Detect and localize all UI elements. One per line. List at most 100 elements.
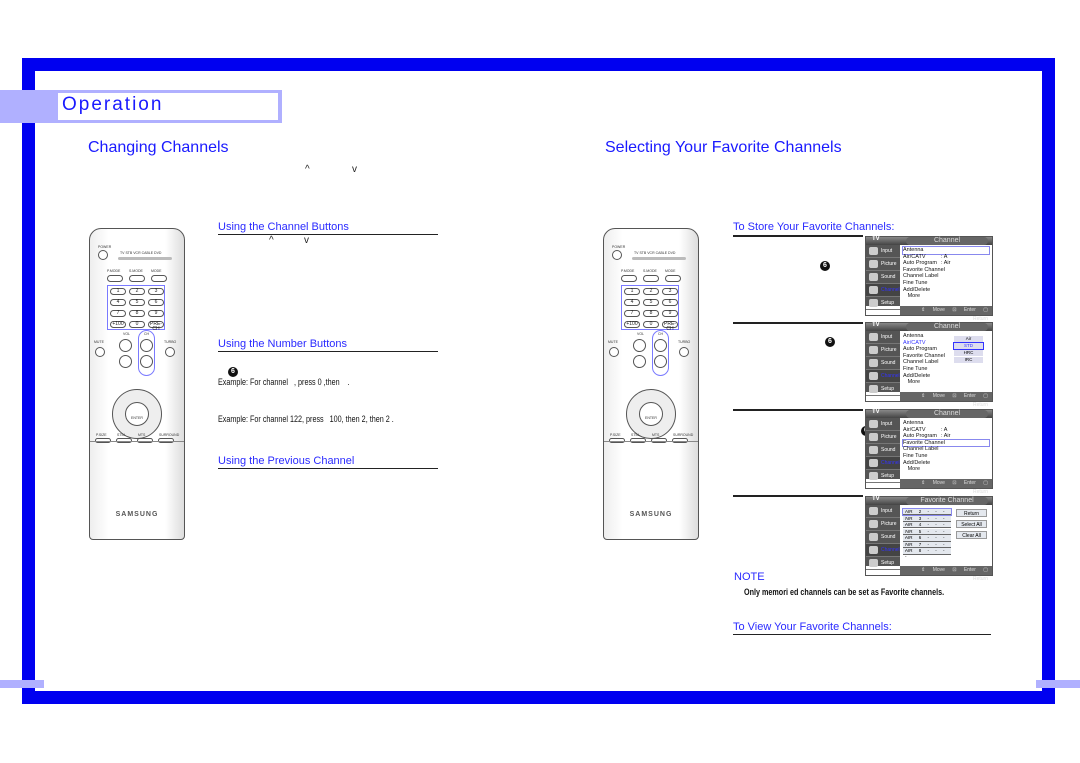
osd-menu-item[interactable]: More bbox=[903, 293, 989, 300]
number-key-button[interactable]: 4 bbox=[624, 299, 640, 306]
osd-sidebar-item-input[interactable]: Input bbox=[866, 505, 900, 518]
osd-sidebar-item-setup[interactable]: Setup bbox=[866, 557, 900, 570]
osd-sidebar-item-sound[interactable]: Sound bbox=[866, 531, 900, 544]
osd-menu-item[interactable]: Antenna: A bbox=[902, 246, 990, 260]
osd-menu-item[interactable]: Favorite Channel bbox=[902, 438, 990, 448]
osd-sidebar-item-sound[interactable]: Sound bbox=[866, 444, 900, 457]
number-key-button[interactable]: +100 bbox=[624, 321, 640, 328]
fav-return-button[interactable]: Return bbox=[956, 509, 987, 517]
osd-menu-item[interactable]: Add/Delete bbox=[903, 287, 989, 294]
ch-up-button[interactable] bbox=[140, 339, 153, 352]
favorite-channel-row[interactable]: AIR 8 - - - - bbox=[903, 548, 951, 559]
vol-up-button[interactable] bbox=[119, 339, 132, 352]
vol-down-button[interactable] bbox=[119, 355, 132, 368]
number-key-button[interactable]: 5 bbox=[643, 299, 659, 306]
osd-sidebar-item-picture[interactable]: Picture bbox=[866, 518, 900, 531]
number-key-button[interactable]: +100 bbox=[110, 321, 126, 328]
osd-menu-item[interactable]: Fine Tune bbox=[903, 366, 989, 373]
number-key-button[interactable]: 7 bbox=[624, 310, 640, 317]
osd-menu-item[interactable]: Antenna: A bbox=[903, 420, 989, 433]
vol-down-button[interactable] bbox=[633, 355, 646, 368]
osd-menu-item[interactable]: Add/Delete bbox=[903, 373, 989, 380]
favorite-channel-row[interactable]: AIR 5 - - - - bbox=[903, 528, 951, 540]
power-button[interactable] bbox=[612, 250, 622, 260]
osd-sidebar-item-picture[interactable]: Picture bbox=[866, 344, 900, 357]
number-key-button[interactable]: 6 bbox=[148, 299, 164, 306]
number-key-button[interactable]: PRE-CH bbox=[148, 321, 164, 332]
osd-menu-item[interactable]: Air/CATV: Air bbox=[903, 254, 989, 267]
osd-sidebar-item-input[interactable]: Input bbox=[866, 245, 900, 258]
mode-button[interactable] bbox=[643, 275, 659, 282]
fav-clear-all-button[interactable]: Clear All bbox=[956, 531, 987, 539]
osd-sidebar-item-sound[interactable]: Sound bbox=[866, 357, 900, 370]
osd-sidebar-item-input[interactable]: Input bbox=[866, 418, 900, 431]
favorite-channel-row[interactable]: AIR 6 - - - - bbox=[903, 535, 951, 546]
number-key-button[interactable]: 2 bbox=[129, 288, 145, 295]
osd-menu-item[interactable]: Auto Program bbox=[903, 260, 989, 267]
osd-sidebar-item-sound[interactable]: Sound bbox=[866, 271, 900, 284]
osd-sidebar-item-setup[interactable]: Setup bbox=[866, 297, 900, 310]
osd-sidebar-item-setup[interactable]: Setup bbox=[866, 470, 900, 483]
number-key-button[interactable]: 7 bbox=[110, 310, 126, 317]
number-key-button[interactable]: 9 bbox=[662, 310, 678, 317]
vol-up-button[interactable] bbox=[633, 339, 646, 352]
osd-menu-item[interactable]: More bbox=[903, 466, 989, 473]
osd-sidebar-item-picture[interactable]: Picture bbox=[866, 431, 900, 444]
mode-button[interactable] bbox=[621, 275, 637, 282]
power-button[interactable] bbox=[98, 250, 108, 260]
mute-button[interactable] bbox=[95, 347, 105, 357]
osd-sidebar-item-setup[interactable]: Setup bbox=[866, 383, 900, 396]
mute-button[interactable] bbox=[609, 347, 619, 357]
number-key-button[interactable]: 6 bbox=[662, 299, 678, 306]
osd-sidebar-item-channel[interactable]: Channel bbox=[866, 457, 900, 470]
number-key-button[interactable]: 5 bbox=[129, 299, 145, 306]
osd-sidebar-item-input[interactable]: Input bbox=[866, 331, 900, 344]
number-key-button[interactable]: 3 bbox=[148, 288, 164, 295]
ch-down-button[interactable] bbox=[140, 355, 153, 368]
fav-select-all-button[interactable]: Select All bbox=[956, 520, 987, 528]
osd-menu-item[interactable]: Add/Delete bbox=[903, 460, 989, 467]
number-key-button[interactable]: 8 bbox=[643, 310, 659, 317]
favorite-channel-row[interactable]: AIR 4 - - - - bbox=[903, 522, 951, 533]
turbo-button[interactable] bbox=[165, 347, 175, 357]
osd-menu-item[interactable]: Auto Program bbox=[903, 433, 989, 440]
aircatv-option[interactable]: Air bbox=[954, 336, 983, 342]
mode-button[interactable] bbox=[107, 275, 123, 282]
enter-button[interactable] bbox=[639, 402, 663, 426]
favorite-channel-row[interactable]: AIR 2 - - - - bbox=[902, 507, 952, 520]
number-key-button[interactable]: 0 bbox=[643, 321, 659, 328]
osd-sidebar-item-channel[interactable]: Channel bbox=[866, 544, 900, 557]
osd-menu-item[interactable]: Channel Label bbox=[903, 273, 989, 280]
osd-menu-item[interactable]: More bbox=[903, 379, 989, 386]
osd-menu-item[interactable]: Air/CATV: Air bbox=[903, 427, 989, 440]
number-key-button[interactable]: 4 bbox=[110, 299, 126, 306]
number-key-button[interactable]: 8 bbox=[129, 310, 145, 317]
osd-sidebar-item-channel[interactable]: Channel bbox=[866, 370, 900, 383]
turbo-button[interactable] bbox=[679, 347, 689, 357]
number-key-button[interactable]: PRE-CH bbox=[662, 321, 678, 332]
osd-sidebar-item-picture[interactable]: Picture bbox=[866, 258, 900, 271]
aircatv-option[interactable]: HRC bbox=[954, 350, 983, 356]
number-key-button[interactable]: 9 bbox=[148, 310, 164, 317]
number-key-button[interactable]: 1 bbox=[624, 288, 640, 295]
number-key-button[interactable]: 1 bbox=[110, 288, 126, 295]
favorite-channel-row[interactable]: AIR 3 - - - - bbox=[903, 515, 951, 527]
aircatv-option[interactable]: IRC bbox=[954, 357, 983, 363]
number-key-button[interactable]: 2 bbox=[643, 288, 659, 295]
number-key-button[interactable]: 3 bbox=[662, 288, 678, 295]
store-favorites-heading: To Store Your Favorite Channels: bbox=[733, 221, 895, 233]
mode-button[interactable] bbox=[665, 275, 681, 282]
osd-sidebar-item-channel[interactable]: Channel bbox=[866, 284, 900, 297]
enter-button[interactable] bbox=[125, 402, 149, 426]
osd-menu-item[interactable]: Favorite Channel bbox=[903, 267, 989, 274]
aircatv-option[interactable]: STD bbox=[953, 342, 984, 350]
favorite-channel-row[interactable]: AIR 7 - - - - bbox=[903, 541, 951, 553]
mode-button[interactable] bbox=[151, 275, 167, 282]
mode-button[interactable] bbox=[129, 275, 145, 282]
ch-down-button[interactable] bbox=[654, 355, 667, 368]
ch-up-button[interactable] bbox=[654, 339, 667, 352]
osd-menu-item[interactable]: Fine Tune bbox=[903, 280, 989, 287]
number-key-button[interactable]: 0 bbox=[129, 321, 145, 328]
osd-menu-item[interactable]: Fine Tune bbox=[903, 453, 989, 460]
osd-menu-item[interactable]: Channel Label bbox=[903, 446, 989, 453]
